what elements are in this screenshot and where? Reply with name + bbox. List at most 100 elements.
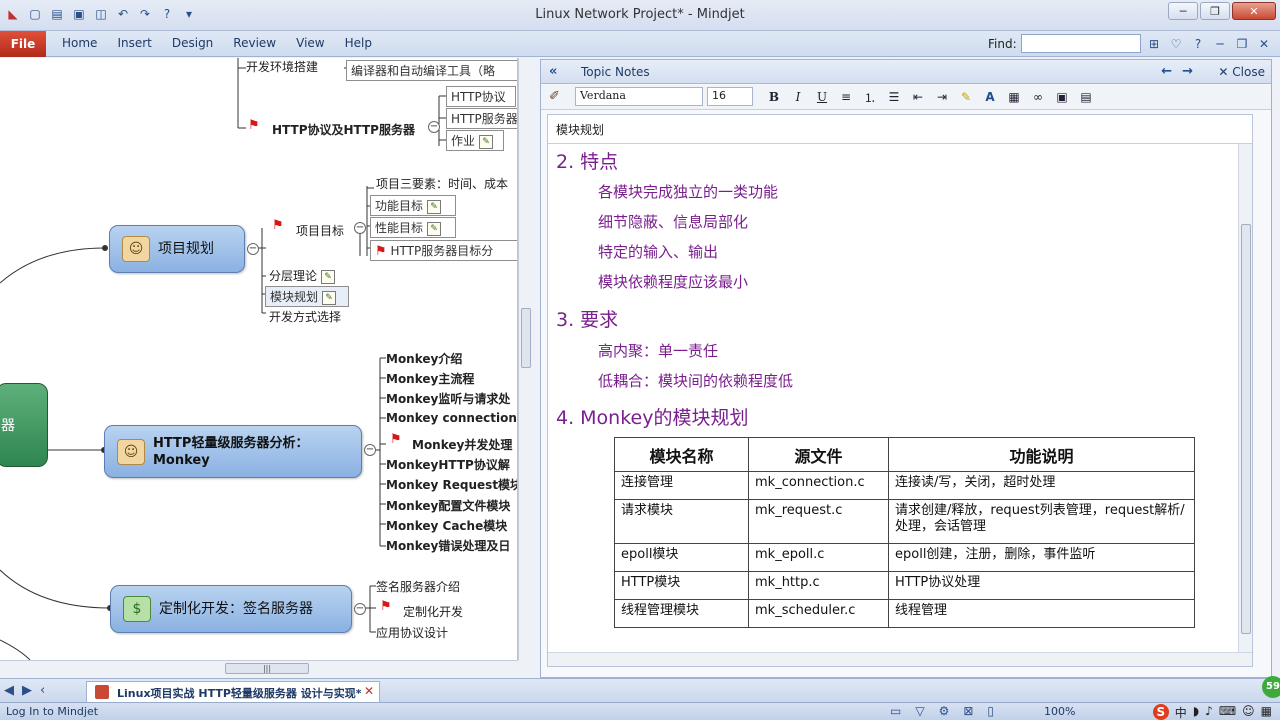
- topic-function-goal[interactable]: 功能目标 ✎: [370, 195, 456, 216]
- topic-monkey-concurrency[interactable]: Monkey并发处理: [412, 436, 517, 453]
- font-family-select[interactable]: Verdana: [575, 87, 703, 106]
- zoom-level[interactable]: 100%: [1044, 705, 1075, 718]
- hyperlink-icon[interactable]: ∞: [1029, 88, 1047, 106]
- topic-monkey-connection[interactable]: Monkey connection: [386, 411, 517, 425]
- map-horizontal-scrollbar[interactable]: |||: [0, 660, 518, 676]
- fit-page-icon[interactable]: ⊠: [963, 704, 973, 718]
- tab-help[interactable]: Help: [335, 31, 382, 57]
- close-doc-icon[interactable]: ✕: [1256, 36, 1272, 52]
- font-size-select[interactable]: 16: [707, 87, 753, 106]
- ime-menu-icon[interactable]: ▦: [1261, 704, 1272, 720]
- topic-monkey-config[interactable]: Monkey配置文件模块: [386, 497, 517, 514]
- topic-project-elements[interactable]: 项目三要素：时间、成本: [376, 175, 517, 192]
- favorite-icon[interactable]: ♡: [1168, 36, 1184, 52]
- ime-punct-icon[interactable]: ◗: [1193, 704, 1199, 720]
- topic-project-goal[interactable]: 项目目标: [296, 222, 344, 239]
- collapse-toggle-icon[interactable]: −: [428, 121, 440, 133]
- font-color-icon[interactable]: A: [981, 88, 999, 106]
- topic-monkey-request[interactable]: Monkey Request模块: [386, 476, 517, 493]
- topic-monkey-error[interactable]: Monkey错误处理及日: [386, 537, 517, 554]
- topic-monkey-listen[interactable]: Monkey监听与请求处: [386, 390, 517, 407]
- topic-homework[interactable]: 作业 ✎: [446, 130, 504, 151]
- note-vertical-scrollbar[interactable]: [1238, 144, 1252, 654]
- back-arrow-icon[interactable]: ◀: [4, 683, 14, 698]
- underline-button[interactable]: U: [813, 88, 831, 106]
- layout-icon[interactable]: ⊞: [1146, 36, 1162, 52]
- forward-arrow-icon[interactable]: ▶: [22, 683, 32, 698]
- file-tab[interactable]: File: [0, 31, 46, 57]
- align-icon[interactable]: ≡: [837, 88, 855, 106]
- tab-view[interactable]: View: [286, 31, 334, 57]
- topic-monkey-intro[interactable]: Monkey介绍: [386, 350, 462, 367]
- tab-design[interactable]: Design: [162, 31, 223, 57]
- collapse-toggle-icon[interactable]: −: [354, 222, 366, 234]
- numbered-list-icon[interactable]: ⒈: [861, 88, 879, 106]
- topic-http-server-goal[interactable]: ⚑ HTTP服务器目标分: [370, 240, 517, 261]
- note-icon[interactable]: ✎: [479, 134, 494, 149]
- note-icon[interactable]: ✎: [427, 221, 442, 236]
- login-link[interactable]: Log In to Mindjet: [6, 705, 98, 718]
- topic-http-server[interactable]: HTTP服务器: [446, 108, 517, 129]
- topic-dev-env[interactable]: 开发环境搭建: [246, 58, 318, 75]
- topic-http-protocol[interactable]: HTTP协议: [446, 86, 516, 107]
- maximize-button[interactable]: ❐: [1200, 2, 1230, 20]
- close-tab-icon[interactable]: ✕: [364, 684, 374, 698]
- document-tab[interactable]: Linux项目实战 HTTP轻量级服务器 设计与实现* ✕: [86, 681, 380, 702]
- note-vertical-scroll-thumb[interactable]: [1241, 224, 1251, 634]
- page-view-icon[interactable]: ▭: [890, 704, 901, 718]
- central-topic-node[interactable]: 器: [0, 383, 48, 467]
- tab-scroll-left-icon[interactable]: ‹: [40, 683, 45, 698]
- find-input[interactable]: [1020, 34, 1141, 53]
- map-horizontal-scroll-thumb[interactable]: |||: [225, 663, 309, 674]
- notification-badge[interactable]: 59: [1262, 676, 1280, 698]
- topic-monkey-main-flow[interactable]: Monkey主流程: [386, 370, 474, 387]
- node-project-planning[interactable]: ☺ 项目规划: [109, 225, 245, 273]
- bullet-list-icon[interactable]: ☰: [885, 88, 903, 106]
- table-icon[interactable]: ▦: [1005, 88, 1023, 106]
- help-circle-icon[interactable]: ?: [1190, 36, 1206, 52]
- collapse-toggle-icon[interactable]: −: [354, 603, 366, 615]
- bold-button[interactable]: B: [765, 88, 783, 106]
- tab-insert[interactable]: Insert: [107, 31, 161, 57]
- collapse-toggle-icon[interactable]: −: [247, 243, 259, 255]
- image-icon[interactable]: ▣: [1053, 88, 1071, 106]
- topic-performance-goal[interactable]: 性能目标 ✎: [370, 217, 456, 238]
- note-icon[interactable]: ✎: [322, 290, 337, 305]
- topic-monkey-cache[interactable]: Monkey Cache模块: [386, 517, 507, 534]
- map-vertical-scrollbar[interactable]: [518, 58, 532, 660]
- note-icon[interactable]: ✎: [427, 199, 442, 214]
- ime-voice-icon[interactable]: ♪: [1205, 704, 1213, 720]
- more-options-icon[interactable]: ▤: [1077, 88, 1095, 106]
- settings-icon[interactable]: ⚙: [939, 704, 950, 718]
- minimize-doc-icon[interactable]: ─: [1212, 36, 1228, 52]
- collapse-toggle-icon[interactable]: −: [364, 444, 376, 456]
- minimize-button[interactable]: ─: [1168, 2, 1198, 20]
- tab-review[interactable]: Review: [223, 31, 286, 57]
- topic-layer-theory[interactable]: 分层理论 ✎: [269, 267, 336, 284]
- topic-dev-method[interactable]: 开发方式选择: [269, 308, 341, 325]
- tab-home[interactable]: Home: [52, 31, 107, 57]
- note-icon[interactable]: ✎: [321, 269, 336, 284]
- indent-icon[interactable]: ⇥: [933, 88, 951, 106]
- highlight-icon[interactable]: ✎: [957, 88, 975, 106]
- topic-module-planning[interactable]: 模块规划 ✎: [265, 286, 349, 307]
- restore-doc-icon[interactable]: ❐: [1234, 36, 1250, 52]
- node-monkey-analysis[interactable]: ☺ HTTP轻量级服务器分析：Monkey: [104, 425, 362, 478]
- note-horizontal-scrollbar[interactable]: [548, 652, 1252, 666]
- topic-app-protocol[interactable]: 应用协议设计: [376, 624, 448, 641]
- italic-button[interactable]: I: [789, 88, 807, 106]
- map-canvas[interactable]: 开发环境搭建 编译器和自动编译工具（略 ⚑ HTTP协议及HTTP服务器 − H…: [0, 58, 518, 660]
- note-document[interactable]: 模块规划 2. 特点 各模块完成独立的一类功能 细节隐蔽、信息局部化 特定的输入…: [547, 114, 1253, 667]
- topic-custom-dev[interactable]: 定制化开发: [403, 603, 463, 620]
- outdent-icon[interactable]: ⇤: [909, 88, 927, 106]
- close-notes-button[interactable]: ✕ Close: [1218, 65, 1265, 79]
- collapse-panel-icon[interactable]: «: [549, 64, 557, 79]
- topic-monkey-http-parse[interactable]: MonkeyHTTP协议解: [386, 456, 517, 473]
- next-note-icon[interactable]: →: [1182, 64, 1193, 79]
- ime-mode-icon[interactable]: 中: [1175, 704, 1187, 720]
- document-icon[interactable]: ▯: [987, 704, 994, 718]
- ime-user-icon[interactable]: ☺: [1242, 704, 1255, 720]
- topic-http-protocol-server[interactable]: HTTP协议及HTTP服务器: [272, 121, 415, 138]
- filter-icon[interactable]: ▽: [915, 704, 924, 718]
- node-custom-dev[interactable]: $ 定制化开发：签名服务器: [110, 585, 352, 633]
